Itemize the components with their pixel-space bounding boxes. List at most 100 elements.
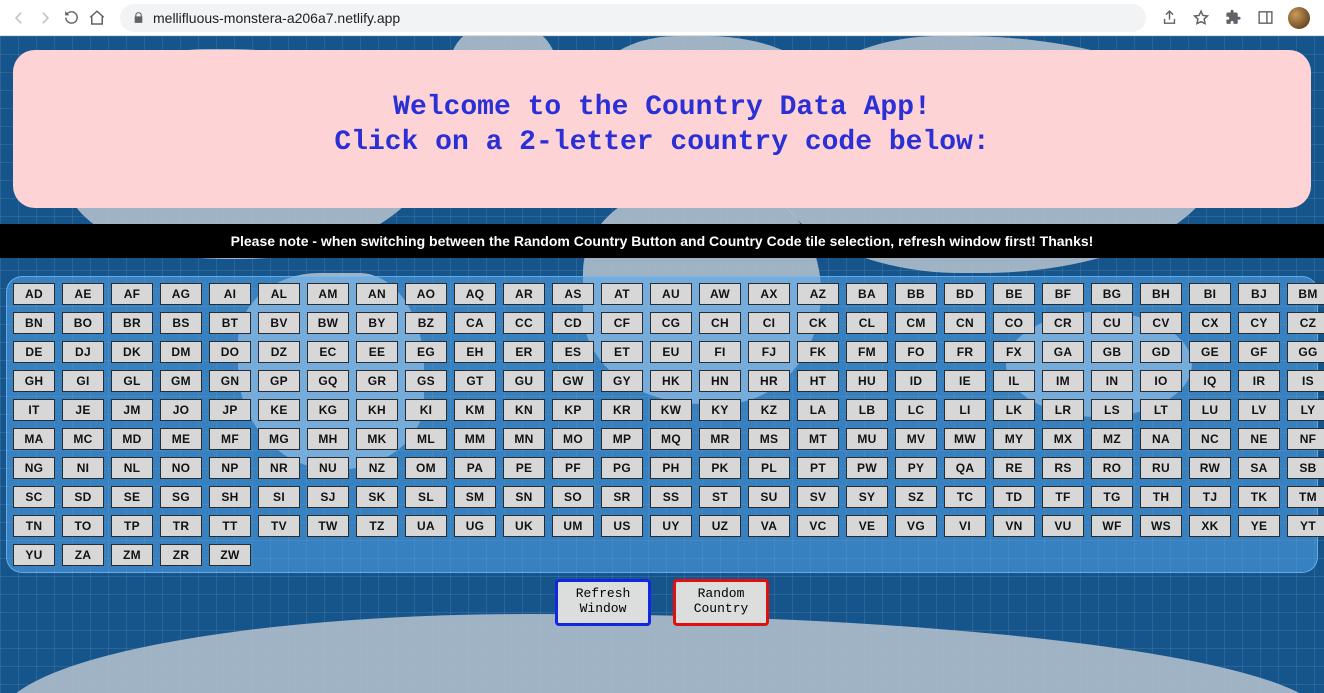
country-tile-mv[interactable]: MV — [895, 428, 937, 450]
country-tile-lk[interactable]: LK — [993, 399, 1035, 421]
country-tile-th[interactable]: TH — [1140, 486, 1182, 508]
country-tile-me[interactable]: ME — [160, 428, 202, 450]
country-tile-au[interactable]: AU — [650, 283, 692, 305]
country-tile-cr[interactable]: CR — [1042, 312, 1084, 334]
country-tile-pw[interactable]: PW — [846, 457, 888, 479]
country-tile-lr[interactable]: LR — [1042, 399, 1084, 421]
country-tile-eu[interactable]: EU — [650, 341, 692, 363]
country-tile-kr[interactable]: KR — [601, 399, 643, 421]
country-tile-to[interactable]: TO — [62, 515, 104, 537]
country-tile-de[interactable]: DE — [13, 341, 55, 363]
country-tile-pk[interactable]: PK — [699, 457, 741, 479]
country-tile-ua[interactable]: UA — [405, 515, 447, 537]
country-tile-xk[interactable]: XK — [1189, 515, 1231, 537]
country-tile-aq[interactable]: AQ — [454, 283, 496, 305]
back-icon[interactable] — [10, 9, 28, 27]
country-tile-sy[interactable]: SY — [846, 486, 888, 508]
country-tile-je[interactable]: JE — [62, 399, 104, 421]
country-tile-ms[interactable]: MS — [748, 428, 790, 450]
country-tile-lt[interactable]: LT — [1140, 399, 1182, 421]
country-tile-sh[interactable]: SH — [209, 486, 251, 508]
country-tile-jm[interactable]: JM — [111, 399, 153, 421]
extensions-icon[interactable] — [1224, 9, 1242, 27]
country-tile-bw[interactable]: BW — [307, 312, 349, 334]
country-tile-dj[interactable]: DJ — [62, 341, 104, 363]
country-tile-py[interactable]: PY — [895, 457, 937, 479]
country-tile-ve[interactable]: VE — [846, 515, 888, 537]
country-tile-tw[interactable]: TW — [307, 515, 349, 537]
country-tile-uk[interactable]: UK — [503, 515, 545, 537]
country-tile-cu[interactable]: CU — [1091, 312, 1133, 334]
country-tile-om[interactable]: OM — [405, 457, 447, 479]
country-tile-pf[interactable]: PF — [552, 457, 594, 479]
country-tile-se[interactable]: SE — [111, 486, 153, 508]
country-tile-ci[interactable]: CI — [748, 312, 790, 334]
country-tile-ad[interactable]: AD — [13, 283, 55, 305]
country-tile-ro[interactable]: RO — [1091, 457, 1133, 479]
country-tile-lb[interactable]: LB — [846, 399, 888, 421]
country-tile-sb[interactable]: SB — [1287, 457, 1324, 479]
country-tile-tk[interactable]: TK — [1238, 486, 1280, 508]
country-tile-bn[interactable]: BN — [13, 312, 55, 334]
country-tile-li[interactable]: LI — [944, 399, 986, 421]
country-tile-mn[interactable]: MN — [503, 428, 545, 450]
country-tile-ki[interactable]: KI — [405, 399, 447, 421]
country-tile-gs[interactable]: GS — [405, 370, 447, 392]
country-tile-tj[interactable]: TJ — [1189, 486, 1231, 508]
country-tile-an[interactable]: AN — [356, 283, 398, 305]
country-tile-gb[interactable]: GB — [1091, 341, 1133, 363]
country-tile-fr[interactable]: FR — [944, 341, 986, 363]
country-tile-sr[interactable]: SR — [601, 486, 643, 508]
country-tile-ir[interactable]: IR — [1238, 370, 1280, 392]
country-tile-cx[interactable]: CX — [1189, 312, 1231, 334]
country-tile-ht[interactable]: HT — [797, 370, 839, 392]
country-tile-ao[interactable]: AO — [405, 283, 447, 305]
country-tile-ng[interactable]: NG — [13, 457, 55, 479]
country-tile-za[interactable]: ZA — [62, 544, 104, 566]
country-tile-ly[interactable]: LY — [1287, 399, 1324, 421]
country-tile-fm[interactable]: FM — [846, 341, 888, 363]
country-tile-mw[interactable]: MW — [944, 428, 986, 450]
country-tile-hu[interactable]: HU — [846, 370, 888, 392]
country-tile-uy[interactable]: UY — [650, 515, 692, 537]
country-tile-ni[interactable]: NI — [62, 457, 104, 479]
country-tile-st[interactable]: ST — [699, 486, 741, 508]
country-tile-mr[interactable]: MR — [699, 428, 741, 450]
country-tile-sd[interactable]: SD — [62, 486, 104, 508]
country-tile-bj[interactable]: BJ — [1238, 283, 1280, 305]
country-tile-wf[interactable]: WF — [1091, 515, 1133, 537]
country-tile-su[interactable]: SU — [748, 486, 790, 508]
country-tile-jp[interactable]: JP — [209, 399, 251, 421]
country-tile-sn[interactable]: SN — [503, 486, 545, 508]
country-tile-af[interactable]: AF — [111, 283, 153, 305]
country-tile-gr[interactable]: GR — [356, 370, 398, 392]
country-tile-my[interactable]: MY — [993, 428, 1035, 450]
country-tile-mz[interactable]: MZ — [1091, 428, 1133, 450]
country-tile-sj[interactable]: SJ — [307, 486, 349, 508]
country-tile-gy[interactable]: GY — [601, 370, 643, 392]
country-tile-kp[interactable]: KP — [552, 399, 594, 421]
country-tile-at[interactable]: AT — [601, 283, 643, 305]
country-tile-mt[interactable]: MT — [797, 428, 839, 450]
country-tile-fk[interactable]: FK — [797, 341, 839, 363]
country-tile-nu[interactable]: NU — [307, 457, 349, 479]
country-tile-gh[interactable]: GH — [13, 370, 55, 392]
country-tile-bs[interactable]: BS — [160, 312, 202, 334]
country-tile-td[interactable]: TD — [993, 486, 1035, 508]
country-tile-pa[interactable]: PA — [454, 457, 496, 479]
country-tile-gp[interactable]: GP — [258, 370, 300, 392]
country-tile-tv[interactable]: TV — [258, 515, 300, 537]
country-tile-lu[interactable]: LU — [1189, 399, 1231, 421]
country-tile-rw[interactable]: RW — [1189, 457, 1231, 479]
country-tile-tt[interactable]: TT — [209, 515, 251, 537]
country-tile-bf[interactable]: BF — [1042, 283, 1084, 305]
country-tile-mh[interactable]: MH — [307, 428, 349, 450]
country-tile-ye[interactable]: YE — [1238, 515, 1280, 537]
country-tile-nc[interactable]: NC — [1189, 428, 1231, 450]
country-tile-vn[interactable]: VN — [993, 515, 1035, 537]
country-tile-be[interactable]: BE — [993, 283, 1035, 305]
country-tile-na[interactable]: NA — [1140, 428, 1182, 450]
country-tile-mp[interactable]: MP — [601, 428, 643, 450]
country-tile-sc[interactable]: SC — [13, 486, 55, 508]
country-tile-al[interactable]: AL — [258, 283, 300, 305]
